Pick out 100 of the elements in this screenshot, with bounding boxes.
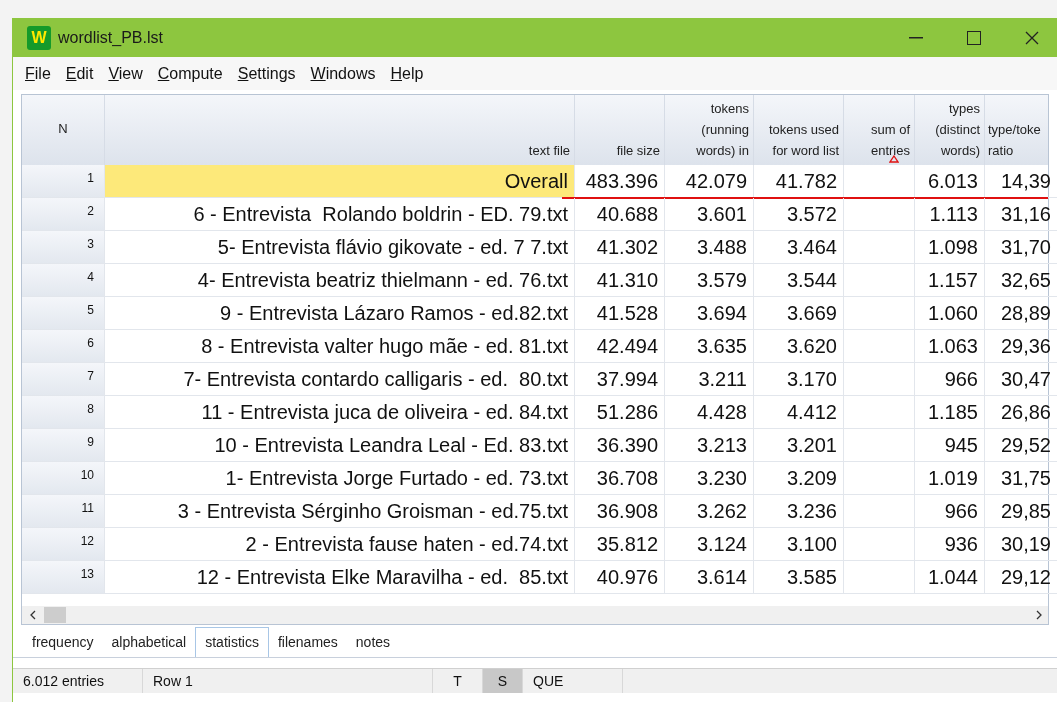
table-cell: 30,47 bbox=[985, 363, 1057, 396]
menu-item[interactable]: Settings bbox=[237, 61, 296, 86]
status-field: Row 1 bbox=[143, 669, 433, 693]
table-cell: 36.708 bbox=[575, 462, 665, 495]
row-number: 7 bbox=[22, 363, 105, 396]
table-cell: 5- Entrevista flávio gikovate - ed. 7 7.txt bbox=[105, 231, 575, 264]
table-cell: 3.170 bbox=[754, 363, 844, 396]
table-cell: 1.185 bbox=[915, 396, 985, 429]
table-cell: 6 - Entrevista Rolando boldrin - ED. 79.txt bbox=[105, 198, 575, 231]
row-number: 4 bbox=[22, 264, 105, 297]
table-cell: 51.286 bbox=[575, 396, 665, 429]
table-cell: 3.669 bbox=[754, 297, 844, 330]
minimize-icon[interactable] bbox=[909, 36, 923, 39]
table-cell bbox=[844, 429, 915, 462]
table-cell: 1.113 bbox=[915, 198, 985, 231]
table-cell bbox=[844, 231, 915, 264]
column-header[interactable]: types (distinct words) bbox=[915, 95, 985, 165]
row-number: 10 bbox=[22, 462, 105, 495]
table-cell bbox=[844, 495, 915, 528]
table-cell: 3.601 bbox=[665, 198, 754, 231]
table-cell: 3.209 bbox=[754, 462, 844, 495]
status-field: QUE bbox=[523, 669, 623, 693]
table-cell: 936 bbox=[915, 528, 985, 561]
table-cell bbox=[844, 330, 915, 363]
menu-item[interactable]: Compute bbox=[157, 61, 223, 86]
table-cell: 30,19 bbox=[985, 528, 1057, 561]
table-cell: 41.310 bbox=[575, 264, 665, 297]
table-cell: 3.544 bbox=[754, 264, 844, 297]
close-icon[interactable] bbox=[1025, 30, 1039, 45]
table-cell bbox=[844, 528, 915, 561]
table-cell: 1.063 bbox=[915, 330, 985, 363]
table-cell: 4.412 bbox=[754, 396, 844, 429]
column-header[interactable]: type/toke ratio bbox=[985, 95, 1057, 165]
table-cell: 966 bbox=[915, 363, 985, 396]
row-number: 3 bbox=[22, 231, 105, 264]
column-header[interactable]: sum of entries bbox=[844, 95, 915, 165]
table-cell: 29,36 bbox=[985, 330, 1057, 363]
maximize-icon[interactable] bbox=[967, 30, 981, 45]
app-logo: W bbox=[27, 25, 51, 50]
tab[interactable]: alphabetical bbox=[102, 627, 196, 657]
tab[interactable]: notes bbox=[346, 627, 400, 657]
table-cell: 3.262 bbox=[665, 495, 754, 528]
tab[interactable]: statistics bbox=[195, 627, 269, 657]
scroll-left-icon[interactable] bbox=[28, 610, 38, 620]
table-cell: 40.688 bbox=[575, 198, 665, 231]
table-cell: 41.302 bbox=[575, 231, 665, 264]
menu-item[interactable]: Edit bbox=[65, 61, 94, 86]
table-cell: 3 - Entrevista Sérginho Groisman - ed.75.txt bbox=[105, 495, 575, 528]
scrollbar-thumb[interactable] bbox=[44, 607, 66, 623]
menu-item[interactable]: View bbox=[108, 61, 143, 86]
table-cell: 10 - Entrevista Leandra Leal - Ed. 83.txt bbox=[105, 429, 575, 462]
window-title: wordlist_PB.lst bbox=[58, 27, 163, 48]
column-header[interactable]: file size bbox=[575, 95, 665, 165]
table-cell: 3.230 bbox=[665, 462, 754, 495]
table-cell: 1.157 bbox=[915, 264, 985, 297]
table-cell: 35.812 bbox=[575, 528, 665, 561]
table-cell: 4- Entrevista beatriz thielmann - ed. 76.txt bbox=[105, 264, 575, 297]
row-number: 6 bbox=[22, 330, 105, 363]
horizontal-scrollbar[interactable] bbox=[22, 606, 1048, 624]
sort-indicator-icon bbox=[889, 155, 899, 163]
table-cell: 36.390 bbox=[575, 429, 665, 462]
table-cell: 3.620 bbox=[754, 330, 844, 363]
table-cell: 3.124 bbox=[665, 528, 754, 561]
table-cell: 12 - Entrevista Elke Maravilha - ed. 85.txt bbox=[105, 561, 575, 594]
table-cell: 945 bbox=[915, 429, 985, 462]
table-cell: 26,86 bbox=[985, 396, 1057, 429]
table-cell: 3.100 bbox=[754, 528, 844, 561]
row-number: 5 bbox=[22, 297, 105, 330]
tab[interactable]: frequency bbox=[23, 627, 103, 657]
table-cell: 41.528 bbox=[575, 297, 665, 330]
table-cell bbox=[844, 462, 915, 495]
table-cell bbox=[844, 396, 915, 429]
table-cell: 40.976 bbox=[575, 561, 665, 594]
column-header[interactable]: tokens (running words) in bbox=[665, 95, 754, 165]
table-cell: 3.635 bbox=[665, 330, 754, 363]
table-cell: 32,65 bbox=[985, 264, 1057, 297]
tab[interactable]: filenames bbox=[268, 627, 347, 657]
table-cell: 3.213 bbox=[665, 429, 754, 462]
table-cell: 2 - Entrevista fause haten - ed.74.txt bbox=[105, 528, 575, 561]
table-cell: 28,89 bbox=[985, 297, 1057, 330]
menu-item[interactable]: Windows bbox=[310, 61, 376, 86]
table-cell: 3.464 bbox=[754, 231, 844, 264]
table-cell: 3.201 bbox=[754, 429, 844, 462]
table-cell bbox=[844, 264, 915, 297]
table-cell: 3.614 bbox=[665, 561, 754, 594]
table-cell: 29,12 bbox=[985, 561, 1057, 594]
table-cell: 966 bbox=[915, 495, 985, 528]
table-cell: 3.585 bbox=[754, 561, 844, 594]
row-number: 13 bbox=[22, 561, 105, 594]
menu-item[interactable]: Help bbox=[390, 61, 424, 86]
scroll-right-icon[interactable] bbox=[1034, 610, 1044, 620]
status-field: 6.012 entries bbox=[13, 669, 143, 693]
table-cell: Overall bbox=[105, 165, 575, 198]
table-cell bbox=[844, 561, 915, 594]
menu-item[interactable]: File bbox=[25, 61, 51, 86]
table-cell: 8 - Entrevista valter hugo mãe - ed. 81.txt bbox=[105, 330, 575, 363]
table-cell bbox=[844, 297, 915, 330]
column-header[interactable]: tokens used for word list bbox=[754, 95, 844, 165]
table-cell: 31,16 bbox=[985, 198, 1057, 231]
table-cell: 31,75 bbox=[985, 462, 1057, 495]
